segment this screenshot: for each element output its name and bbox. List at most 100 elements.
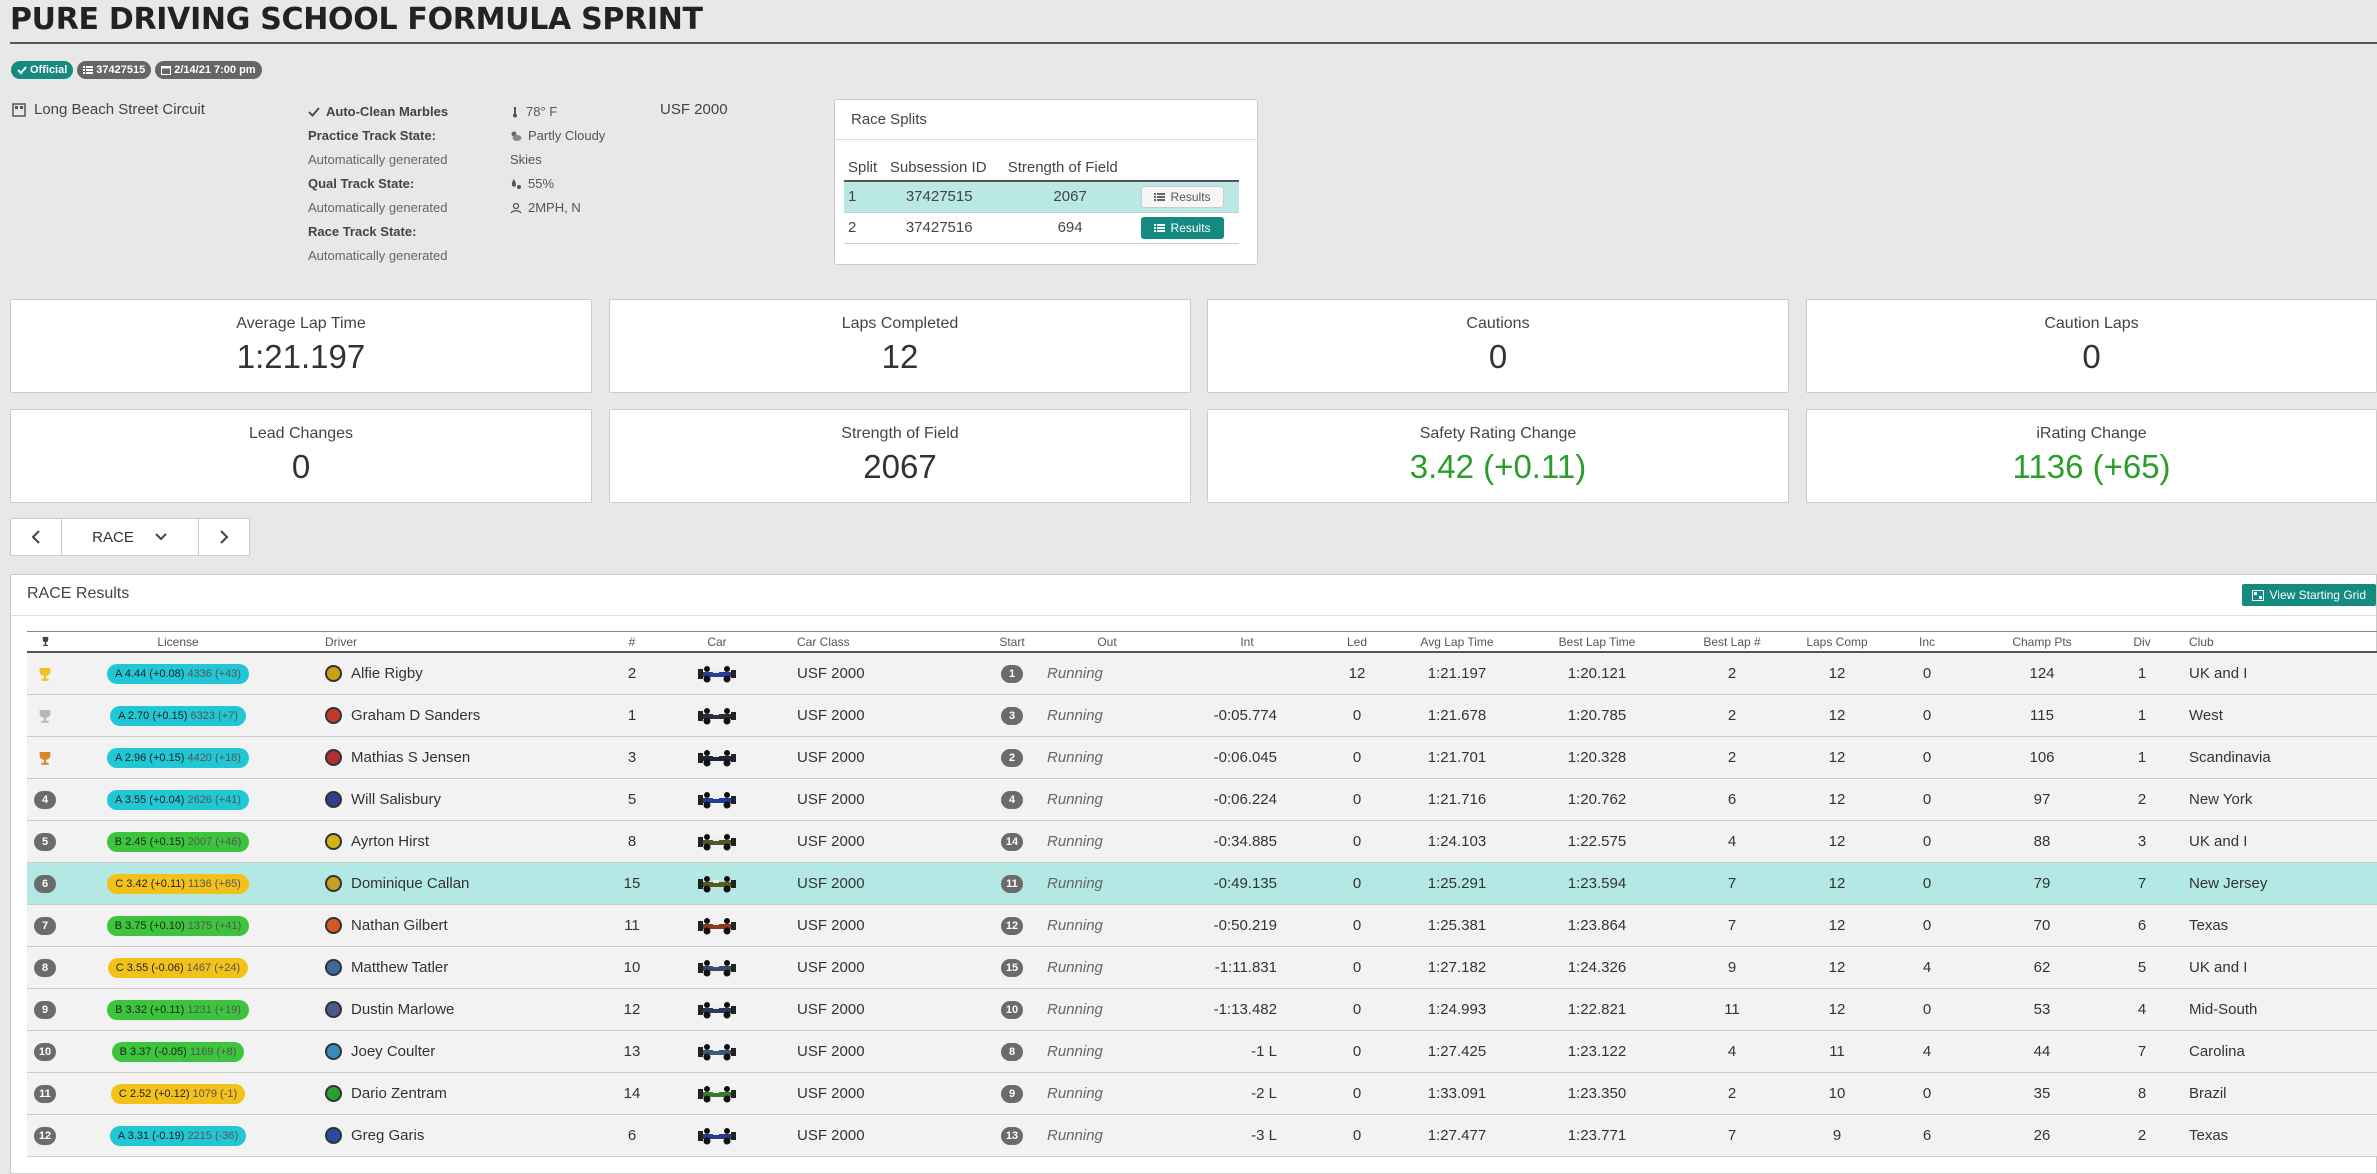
table-row[interactable]: 7 B 3.75 (+0.10) 1375 (+41) Nathan Gilbert 1… <box>27 905 2377 947</box>
driver-name[interactable]: Will Salisbury <box>351 791 441 808</box>
incidents: 0 <box>1922 917 1932 934</box>
prev-session-button[interactable] <box>11 519 61 555</box>
next-session-button[interactable] <box>199 519 249 555</box>
car-class: USF 2000 <box>797 707 865 724</box>
laps-completed: 12 <box>1828 833 1846 850</box>
position-badge: 4 <box>34 790 56 809</box>
driver-name[interactable]: Dario Zentram <box>351 1085 447 1102</box>
sky-condition: Partly Cloudy <box>528 128 606 143</box>
helmet-icon <box>325 833 342 850</box>
division: 3 <box>2137 833 2147 850</box>
car-icon <box>698 707 736 724</box>
marbles-label: Auto-Clean Marbles <box>326 104 449 119</box>
interval: -0:06.045 <box>1213 749 1277 766</box>
laps-completed: 12 <box>1828 749 1846 766</box>
table-row[interactable]: 6 C 3.42 (+0.11) 1136 (+65) Dominique Calla… <box>27 863 2377 905</box>
irating-value: 1079 (-1) <box>192 1087 238 1100</box>
car-number: 2 <box>627 665 637 682</box>
wind: 2MPH, N <box>528 200 581 215</box>
driver-name[interactable]: Joey Coulter <box>351 1043 435 1060</box>
position-cell: 11 <box>33 1073 57 1114</box>
driver-name[interactable]: Greg Garis <box>351 1127 424 1144</box>
session-pager: RACE <box>10 518 250 556</box>
car-number: 10 <box>623 959 641 976</box>
marbles-row: Auto-Clean Marbles <box>308 100 448 124</box>
table-row[interactable]: 5 B 2.45 (+0.15) 2007 (+46) Ayrton Hirst 8 US… <box>27 821 2377 863</box>
avg-lap-time: 1:33.091 <box>1427 1085 1487 1102</box>
car-class: USF 2000 <box>797 875 865 892</box>
interval: -0:34.885 <box>1213 833 1277 850</box>
position-cell: 7 <box>33 905 57 946</box>
session-select[interactable]: RACE <box>61 519 199 555</box>
irating-value: 6323 (+7) <box>190 709 238 722</box>
car-icon <box>698 665 736 682</box>
official-label: Official <box>30 64 68 76</box>
pos-header <box>33 632 57 651</box>
check-icon <box>17 66 27 75</box>
race-state-value: Automatically generated <box>308 248 448 263</box>
avg-lap-time: 1:27.182 <box>1427 959 1487 976</box>
table-row[interactable]: A 2.96 (+0.15) 4420 (+18) Mathias S Jensen… <box>27 737 2377 779</box>
driver-name[interactable]: Graham D Sanders <box>351 707 480 724</box>
license-value: B 2.45 (+0.15) <box>114 835 185 848</box>
driver-name[interactable]: Mathias S Jensen <box>351 749 470 766</box>
track-name: Long Beach Street Circuit <box>12 101 205 118</box>
table-row[interactable]: 12 A 3.31 (-0.19) 2215 (-36) Greg Garis 6 USF… <box>27 1115 2377 1157</box>
club: West <box>2189 707 2223 724</box>
club: Carolina <box>2189 1043 2245 1060</box>
out-status: Running <box>1047 959 1103 976</box>
laps-led: 0 <box>1352 749 1362 766</box>
table-row[interactable]: 4 A 3.55 (+0.04) 2626 (+41) Will Salisbury 5… <box>27 779 2377 821</box>
division: 4 <box>2137 1001 2147 1018</box>
start-position-badge: 1 <box>1001 664 1023 683</box>
helmet-icon <box>325 707 342 724</box>
car-class-label: USF 2000 <box>660 101 728 118</box>
table-row[interactable]: 8 C 3.55 (-0.06) 1467 (+24) Matthew Tatler 1… <box>27 947 2377 989</box>
practice-state-label: Practice Track State: <box>308 128 436 143</box>
split-row[interactable]: 1 37427515 2067 Results <box>844 181 1239 213</box>
laps-completed: 12 <box>1828 875 1846 892</box>
champ-points: 62 <box>2033 959 2051 976</box>
split-subsession-id: 37427516 <box>885 212 1004 244</box>
laps-led: 0 <box>1352 875 1362 892</box>
interval: -1:13.482 <box>1213 1001 1277 1018</box>
view-starting-grid-button[interactable]: View Starting Grid <box>2241 584 2376 606</box>
avg-lap-time: 1:21.701 <box>1427 749 1487 766</box>
best-lap-number: 11 <box>1724 1001 1740 1018</box>
table-row[interactable]: A 2.70 (+0.15) 6323 (+7) Graham D Sanders 1… <box>27 695 2377 737</box>
driver-name[interactable]: Dustin Marlowe <box>351 1001 454 1018</box>
session-select-value: RACE <box>92 528 134 546</box>
best-lap-time: 1:20.121 <box>1567 665 1627 682</box>
driver-name[interactable]: Ayrton Hirst <box>351 833 429 850</box>
chevron-down-icon <box>155 533 167 541</box>
irating-value: 1467 (+24) <box>186 961 241 974</box>
laps-led: 0 <box>1352 1127 1362 1144</box>
helmet-icon <box>325 1001 342 1018</box>
table-row[interactable]: 11 C 2.52 (+0.12) 1079 (-1) Dario Zentram 14… <box>27 1073 2377 1115</box>
stat-safety-rating-change: Safety Rating Change 3.42 (+0.11) <box>1207 409 1789 503</box>
laps-led: 0 <box>1352 959 1362 976</box>
table-row[interactable]: 9 B 3.32 (+0.11) 1231 (+19) Dustin Marlowe 1… <box>27 989 2377 1031</box>
split-row[interactable]: 2 37427516 694 Results <box>844 212 1239 244</box>
start-position-badge: 13 <box>1001 1126 1023 1145</box>
results-button[interactable]: Results <box>1140 185 1224 208</box>
driver-name[interactable]: Nathan Gilbert <box>351 917 448 934</box>
laps-led: 0 <box>1352 917 1362 934</box>
table-row[interactable]: 10 B 3.37 (-0.05) 1169 (+8) Joey Coulter 13 U… <box>27 1031 2377 1073</box>
driver-name[interactable]: Dominique Callan <box>351 875 469 892</box>
table-row[interactable]: A 4.44 (+0.08) 4336 (+43) Alfie Rigby 2 USF … <box>27 653 2377 695</box>
car-number: 14 <box>623 1085 641 1102</box>
driver-name[interactable]: Matthew Tatler <box>351 959 448 976</box>
race-results-table: License Driver # Car Car Class Start Out… <box>27 631 2377 1157</box>
driver-name[interactable]: Alfie Rigby <box>351 665 423 682</box>
position-cell: 4 <box>33 779 57 820</box>
position-cell: 6 <box>33 863 57 904</box>
irating-value: 1231 (+19) <box>187 1003 241 1016</box>
date-label: 2/14/21 7:00 pm <box>174 64 256 76</box>
license-value: B 3.75 (+0.10) <box>114 919 185 932</box>
car-class: USF 2000 <box>797 833 865 850</box>
irating-value: 2626 (+41) <box>187 793 241 806</box>
results-button[interactable]: Results <box>1140 216 1224 239</box>
division: 2 <box>2137 791 2147 808</box>
car-icon <box>698 1043 736 1060</box>
